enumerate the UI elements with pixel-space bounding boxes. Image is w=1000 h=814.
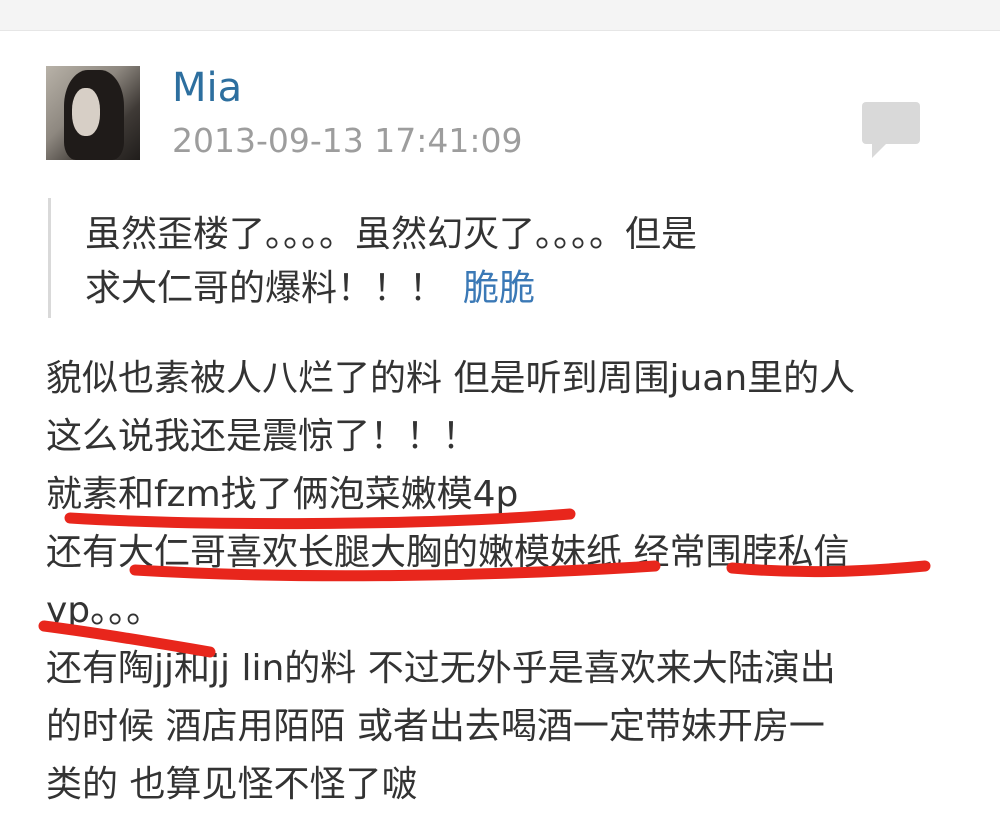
post-timestamp: 2013-09-13 17:41:09 [172,121,523,160]
quote-line-2: 求大仁哥的爆料！！！ 脆脆 [85,262,535,316]
avatar-face [72,88,100,136]
content-line-2: 这么说我还是震惊了！！！ [46,416,479,457]
post-content: 貌似也素被人八烂了的料 但是听到周围juan里的人 这么说我还是震惊了！！！ 就… [46,350,956,814]
quoted-reply: 虽然歪楼了。。。。虽然幻灭了。。。。但是 求大仁哥的爆料！！！ 脆脆 [48,198,921,318]
comment-icon[interactable] [860,100,922,160]
content-line-6: 还有陶jj和jj lin的料 不过无外乎是喜欢来大陆演出 [46,648,836,689]
top-divider [0,0,1000,31]
content-line-8: 类的 也算见怪不怪了啵 [46,764,418,805]
quote-line-1: 虽然歪楼了。。。。虽然幻灭了。。。。但是 [85,214,698,255]
username[interactable]: Mia [172,62,242,114]
content-line-4: 还有大仁哥喜欢长腿大胸的嫩模妹纸 经常围脖私信 [46,532,850,573]
avatar[interactable] [46,66,140,160]
reply-name-link[interactable]: 脆脆 [463,268,535,309]
content-line-7: 的时候 酒店用陌陌 或者出去喝酒一定带妹开房一 [46,706,825,747]
content-line-5: yp。。。 [46,590,163,631]
content-line-1: 貌似也素被人八烂了的料 但是听到周围juan里的人 [46,358,856,399]
content-line-3: 就素和fzm找了俩泡菜嫩模4p [46,474,519,515]
quote-line-2-text: 求大仁哥的爆料！！！ [85,268,446,309]
